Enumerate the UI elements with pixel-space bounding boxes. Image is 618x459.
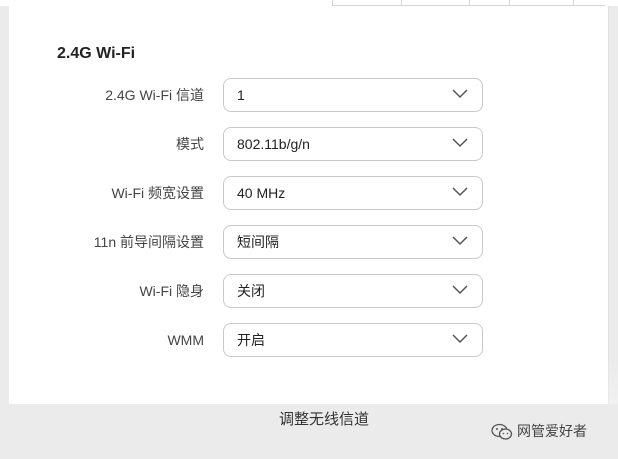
bandwidth-value: 40 MHz xyxy=(237,185,286,201)
setting-row-guard-interval: 11n 前导间隔设置 短间隔 xyxy=(9,225,608,259)
guard-interval-value: 短间隔 xyxy=(237,234,279,250)
mode-select[interactable]: 802.11b/g/n xyxy=(223,127,483,161)
setting-row-wmm: WMM 开启 xyxy=(9,323,608,357)
channel-value: 1 xyxy=(237,87,245,103)
guard-interval-select[interactable]: 短间隔 xyxy=(223,225,483,259)
chevron-down-icon xyxy=(452,187,468,197)
setting-row-mode: 模式 802.11b/g/n xyxy=(9,127,608,161)
wifi-settings-panel: 2.4G Wi-Fi 2.4G Wi-Fi 信道 1 模式 802.11b/g/… xyxy=(9,6,609,404)
watermark: 网管爱好者 xyxy=(491,416,587,446)
hidden-ssid-value: 关闭 xyxy=(237,283,265,299)
hidden-ssid-select[interactable]: 关闭 xyxy=(223,274,483,308)
setting-row-bandwidth: Wi-Fi 频宽设置 40 MHz xyxy=(9,176,608,210)
mode-value: 802.11b/g/n xyxy=(237,136,310,152)
chevron-down-icon xyxy=(452,285,468,295)
chevron-down-icon xyxy=(452,334,468,344)
wechat-icon xyxy=(491,424,513,440)
watermark-text: 网管爱好者 xyxy=(517,423,587,439)
guard-interval-label: 11n 前导间隔设置 xyxy=(93,234,204,250)
setting-row-hidden-ssid: Wi-Fi 隐身 关闭 xyxy=(9,274,608,308)
wmm-label: WMM xyxy=(167,332,204,348)
channel-select[interactable]: 1 xyxy=(223,78,483,112)
mode-label: 模式 xyxy=(176,136,204,152)
hidden-ssid-label: Wi-Fi 隐身 xyxy=(139,283,204,299)
channel-label: 2.4G Wi-Fi 信道 xyxy=(105,87,204,103)
chevron-down-icon xyxy=(452,236,468,246)
bandwidth-select[interactable]: 40 MHz xyxy=(223,176,483,210)
wmm-value: 开启 xyxy=(237,332,265,348)
setting-row-channel: 2.4G Wi-Fi 信道 1 xyxy=(9,78,608,112)
bandwidth-label: Wi-Fi 频宽设置 xyxy=(111,185,204,201)
section-title: 2.4G Wi-Fi xyxy=(57,45,136,62)
chevron-down-icon xyxy=(452,138,468,148)
chevron-down-icon xyxy=(452,89,468,99)
wmm-select[interactable]: 开启 xyxy=(223,323,483,357)
